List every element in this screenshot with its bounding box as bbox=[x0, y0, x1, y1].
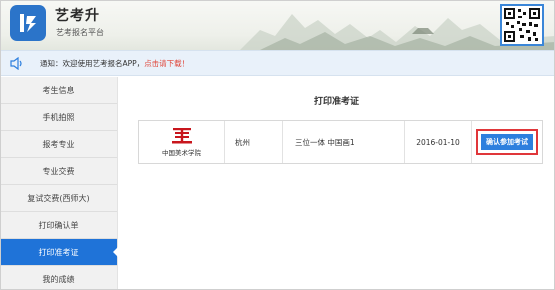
date-cell: 2016-01-10 bbox=[405, 121, 472, 163]
notice-message: 通知：欢迎使用艺考报名APP， bbox=[40, 59, 145, 68]
city-cell: 杭州 bbox=[225, 121, 283, 163]
sidebar-item-apply-major[interactable]: 报考专业 bbox=[0, 131, 117, 158]
exam-table: 中国美术学院 杭州 三位一体 中国画1 2016-01-10 确认参加考试 bbox=[138, 120, 543, 164]
notice-bar: 通知：欢迎使用艺考报名APP，点击请下载！ bbox=[0, 50, 555, 76]
sidebar-item-student-info[interactable]: 考生信息 bbox=[0, 77, 117, 104]
sidebar-item-print-confirmation[interactable]: 打印确认单 bbox=[0, 212, 117, 239]
highlight-box: 确认参加考试 bbox=[476, 129, 538, 155]
main-content: 打印准考证 中国美术学院 杭州 三位一体 中国画1 2016-01-10 确认参… bbox=[118, 77, 555, 290]
school-logo-icon bbox=[171, 128, 192, 144]
sidebar-item-my-scores[interactable]: 我的成绩 bbox=[0, 266, 117, 290]
sidebar-item-phone-photo[interactable]: 手机拍照 bbox=[0, 104, 117, 131]
confirm-exam-button[interactable]: 确认参加考试 bbox=[481, 134, 533, 150]
exam-cell: 三位一体 中国画1 bbox=[283, 121, 405, 163]
brand-logo-icon[interactable] bbox=[10, 5, 46, 41]
school-name: 中国美术学院 bbox=[162, 149, 201, 157]
sidebar-item-major-fee[interactable]: 专业交费 bbox=[0, 158, 117, 185]
brand-title: 艺考升 bbox=[55, 8, 100, 24]
school-cell: 中国美术学院 bbox=[139, 121, 225, 163]
sidebar-item-print-admission-ticket[interactable]: 打印准考证 bbox=[0, 239, 118, 266]
sidebar: 考生信息 手机拍照 报考专业 专业交费 复试交费(西师大) 打印确认单 打印准考… bbox=[0, 77, 118, 290]
action-cell: 确认参加考试 bbox=[472, 121, 542, 163]
sidebar-item-retest-fee[interactable]: 复试交费(西师大) bbox=[0, 185, 117, 212]
notice-text: 通知：欢迎使用艺考报名APP，点击请下载！ bbox=[40, 58, 189, 69]
download-link[interactable]: 点击请下载！ bbox=[144, 59, 189, 68]
header: 艺考升 艺考报名平台 bbox=[0, 0, 555, 50]
page-title: 打印准考证 bbox=[313, 97, 359, 107]
brand-subtitle: 艺考报名平台 bbox=[56, 28, 104, 37]
speaker-icon bbox=[10, 57, 22, 70]
qr-code-icon bbox=[500, 4, 544, 46]
